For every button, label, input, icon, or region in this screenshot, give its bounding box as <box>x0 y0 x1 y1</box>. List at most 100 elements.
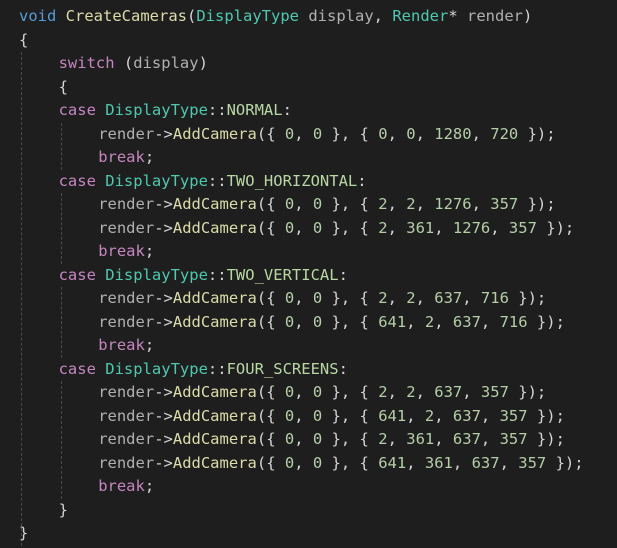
code-token: render <box>98 124 155 143</box>
code-token: 2 <box>378 218 388 237</box>
code-token: }); <box>518 124 556 143</box>
code-line: render->AddCamera({ 0, 0 }, { 641, 2, 63… <box>98 311 565 335</box>
code-token: , <box>373 7 393 25</box>
code-token: AddCamera <box>172 124 257 143</box>
code-line: render->AddCamera({ 0, 0 }, { 2, 361, 63… <box>98 428 565 452</box>
code-token: , <box>415 124 435 143</box>
code-token: 361 <box>424 453 453 472</box>
code-token: }); <box>518 195 556 213</box>
code-token: , <box>294 383 313 401</box>
code-token: 1276 <box>434 195 472 213</box>
code-token: -> <box>154 289 173 307</box>
code-token: 0 <box>312 383 323 401</box>
code-token: DisplayType <box>105 265 208 284</box>
code-token: 637 <box>434 289 463 307</box>
code-token: render <box>98 312 155 331</box>
code-token: 0 <box>406 124 416 143</box>
code-token: }); <box>536 218 575 237</box>
code-token: 0 <box>284 430 295 448</box>
code-token: ( <box>114 54 134 72</box>
code-token: , <box>480 406 500 425</box>
code-token: display <box>133 54 199 72</box>
indent-guide <box>60 287 62 358</box>
code-token: , <box>387 430 407 448</box>
code-token: ({ <box>256 195 285 213</box>
code-token: }); <box>527 312 565 331</box>
code-token: 637 <box>452 406 481 425</box>
code-token: -> <box>154 430 173 448</box>
code-token: case <box>58 101 96 119</box>
code-token: : <box>282 101 292 119</box>
code-token: :: <box>207 101 227 119</box>
code-token: }); <box>546 453 584 472</box>
code-token: -> <box>154 406 173 425</box>
code-token: }, { <box>322 383 379 401</box>
code-token: 0 <box>284 195 295 213</box>
code-token: :: <box>207 359 227 378</box>
indent-guide <box>21 52 22 546</box>
code-token: ) <box>198 54 208 72</box>
code-token: }, { <box>322 430 379 448</box>
code-token: * <box>448 7 468 25</box>
code-token: 720 <box>490 124 519 143</box>
code-token: 0 <box>312 453 323 472</box>
code-token: } <box>58 500 68 519</box>
code-token: -> <box>154 312 173 331</box>
code-token: 0 <box>312 312 323 331</box>
code-line: void CreateCameras(DisplayType display, … <box>19 5 532 29</box>
code-token: CreateCameras <box>65 7 187 25</box>
indent-guide <box>60 381 62 499</box>
code-token: , <box>471 195 491 213</box>
code-token: : <box>357 171 367 190</box>
code-token: , <box>434 430 453 448</box>
code-token: display <box>308 7 374 25</box>
code-token: render <box>98 453 155 472</box>
code-token: :: <box>207 265 227 284</box>
code-token: render <box>98 383 155 401</box>
code-token: 0 <box>378 124 388 143</box>
indent-guide <box>60 122 62 170</box>
code-token: 2 <box>406 289 416 307</box>
code-line: break; <box>98 334 154 358</box>
code-token: case <box>58 265 96 284</box>
code-token: AddCamera <box>172 218 257 237</box>
code-token: }, { <box>322 124 379 143</box>
code-token: ({ <box>256 453 285 472</box>
code-token: -> <box>154 453 173 472</box>
code-token: AddCamera <box>172 289 257 307</box>
code-line: break; <box>98 240 154 264</box>
code-token: 2 <box>378 195 388 213</box>
code-token: 357 <box>490 195 519 213</box>
code-token: 0 <box>284 453 295 472</box>
code-line: render->AddCamera({ 0, 0 }, { 2, 2, 1276… <box>98 193 555 217</box>
code-line: render->AddCamera({ 0, 0 }, { 2, 2, 637,… <box>98 287 546 311</box>
code-line: switch (display) <box>59 52 208 76</box>
code-token: render <box>98 218 155 237</box>
code-token: break <box>98 242 145 260</box>
code-editor[interactable]: void CreateCameras(DisplayType display, … <box>0 0 617 548</box>
code-token: TWO_HORIZONTAL <box>226 171 358 190</box>
code-token: , <box>415 195 435 213</box>
code-token: DisplayType <box>105 359 208 378</box>
code-token: , <box>499 453 519 472</box>
code-token: AddCamera <box>172 195 257 213</box>
code-token: 641 <box>378 406 407 425</box>
code-token: , <box>294 195 313 213</box>
code-line: case DisplayType::NORMAL: <box>59 99 292 123</box>
code-token: }); <box>527 406 565 425</box>
code-token: ; <box>144 148 155 166</box>
code-token: -> <box>154 195 173 213</box>
code-token: , <box>387 195 407 213</box>
code-token: -> <box>154 124 173 143</box>
code-line: } <box>59 499 68 523</box>
code-token: 641 <box>378 312 407 331</box>
code-token: ({ <box>256 430 285 448</box>
code-token: render <box>98 289 155 307</box>
code-token: , <box>406 453 425 472</box>
code-token: -> <box>154 383 173 401</box>
code-token: 2 <box>378 430 388 448</box>
code-token: , <box>462 289 481 307</box>
code-token: ; <box>144 477 155 495</box>
